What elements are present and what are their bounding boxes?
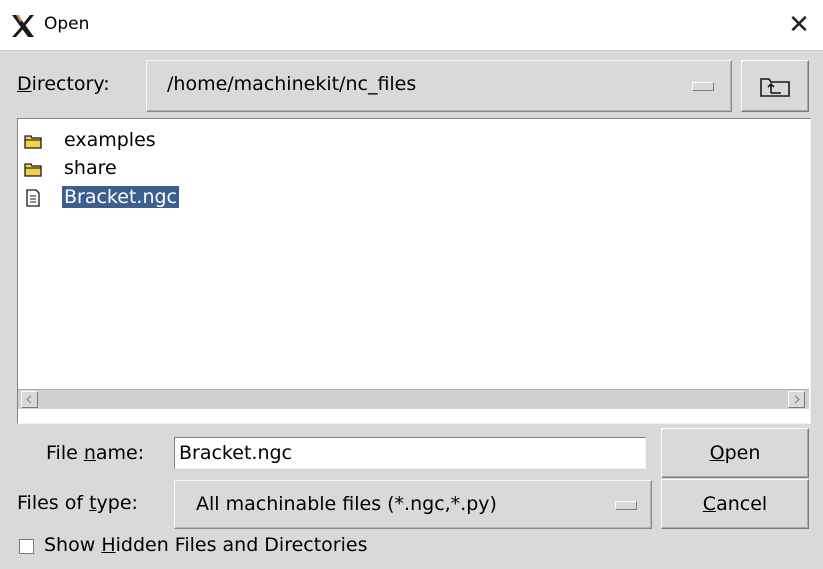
open-button-rest: pen xyxy=(724,442,761,464)
file-type-value: All machinable files (*.ngc,*.py) xyxy=(196,493,497,515)
show-hidden-label-post: idden Files and Directories xyxy=(115,534,368,556)
file-name: examples xyxy=(64,129,156,151)
cancel-button-accel: C xyxy=(702,493,717,515)
file-type-label: Files of type: xyxy=(17,492,138,514)
directory-combo[interactable]: /home/machinekit/nc_files xyxy=(146,60,732,112)
directory-label: Directory: xyxy=(17,73,110,95)
show-hidden-label[interactable]: Show Hidden Files and Directories xyxy=(44,534,368,556)
file-name-selected: Bracket.ngc xyxy=(62,186,179,208)
horizontal-scrollbar[interactable] xyxy=(18,389,809,409)
window-title: Open xyxy=(44,14,90,34)
scroll-right-arrow-icon[interactable] xyxy=(788,391,805,408)
directory-label-accel: D xyxy=(17,73,32,95)
x-logo-icon xyxy=(12,15,34,37)
document-icon xyxy=(26,189,40,207)
directory-label-rest: irectory: xyxy=(31,73,110,95)
cancel-button[interactable]: Cancel xyxy=(661,479,809,529)
show-hidden-checkbox[interactable] xyxy=(19,539,34,554)
file-name-label-accel: n xyxy=(83,442,96,464)
directory-value: /home/machinekit/nc_files xyxy=(167,73,417,95)
open-button-accel: O xyxy=(709,442,725,464)
title-bar: Open ✕ xyxy=(0,0,823,51)
close-icon[interactable]: ✕ xyxy=(784,10,814,40)
open-button[interactable]: Open xyxy=(661,428,809,478)
show-hidden-label-pre: Show xyxy=(44,534,102,556)
scroll-left-arrow-icon[interactable] xyxy=(21,391,38,408)
file-name-input[interactable] xyxy=(174,437,646,469)
combo-indicator-icon xyxy=(615,501,637,510)
file-list[interactable]: examples share Bracket.ngc xyxy=(17,118,811,424)
folder-icon xyxy=(24,163,42,177)
file-type-label-accel: t xyxy=(89,492,97,514)
combo-indicator-icon xyxy=(692,82,714,91)
file-type-combo[interactable]: All machinable files (*.ngc,*.py) xyxy=(174,480,652,529)
show-hidden-label-accel: H xyxy=(101,534,116,556)
file-name: share xyxy=(64,157,117,179)
folder-icon xyxy=(24,135,42,149)
cancel-button-rest: ancel xyxy=(716,493,768,515)
file-type-label-post: ype: xyxy=(96,492,138,514)
file-name-label-pre: File xyxy=(46,442,84,464)
file-name-label: File name: xyxy=(46,442,144,464)
file-name-label-post: ame: xyxy=(95,442,145,464)
folder-up-icon xyxy=(760,78,790,97)
file-type-label-pre: Files of xyxy=(17,492,90,514)
parent-directory-button[interactable] xyxy=(741,60,809,112)
